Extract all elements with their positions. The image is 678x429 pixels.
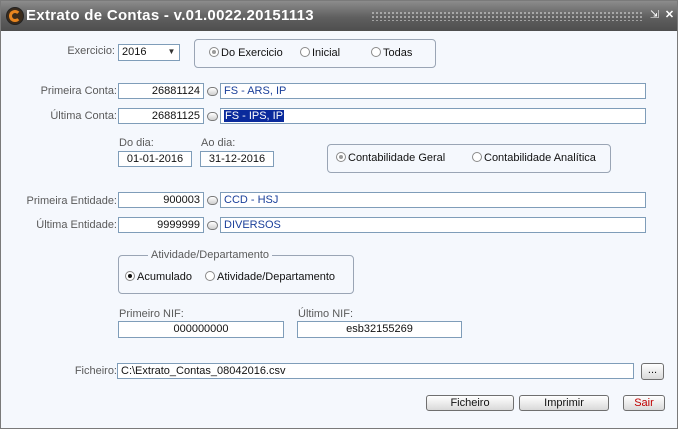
- radio-atividade-departamento-dot: [205, 271, 215, 281]
- primeira-entidade-label: Primeira Entidade:: [26, 195, 118, 207]
- radio-acumulado-dot: [125, 271, 135, 281]
- sair-button[interactable]: Sair: [623, 395, 665, 411]
- ficheiro-button[interactable]: Ficheiro: [426, 395, 514, 411]
- radio-do-exercicio[interactable]: Do Exercicio: [209, 47, 283, 59]
- radio-todas-label: Todas: [383, 47, 413, 59]
- lookup-icon[interactable]: [207, 221, 218, 230]
- radio-do-exercicio-label: Do Exercicio: [221, 47, 283, 59]
- atividade-legend: Atividade/Departamento: [148, 249, 273, 261]
- radio-contabilidade-analitica-dot: [472, 152, 482, 162]
- radio-contabilidade-analitica-label: Contabilidade Analítica: [484, 152, 596, 164]
- primeira-conta-name-field[interactable]: FS - ARS, IP: [220, 83, 646, 99]
- primeira-entidade-code-input[interactable]: 900003: [118, 192, 204, 208]
- primeira-entidade-name-field[interactable]: CCD - HSJ: [220, 192, 646, 208]
- ultima-entidade-name-field[interactable]: DIVERSOS: [220, 217, 646, 233]
- title-bar[interactable]: Extrato de Contas - v.01.0022.20151113 ⇲…: [1, 1, 677, 31]
- imprimir-button[interactable]: Imprimir: [519, 395, 609, 411]
- radio-inicial-dot: [300, 47, 310, 57]
- radio-todas-dot: [371, 47, 381, 57]
- ultima-conta-label: Última Conta:: [50, 110, 117, 122]
- ao-dia-input[interactable]: 31-12-2016: [200, 151, 274, 167]
- primeiro-nif-label: Primeiro NIF:: [119, 308, 184, 320]
- ultima-entidade-code-input[interactable]: 9999999: [118, 217, 204, 233]
- minimize-icon[interactable]: ⇲: [648, 9, 661, 22]
- lookup-icon[interactable]: [207, 112, 218, 121]
- window-title: Extrato de Contas - v.01.0022.20151113: [26, 7, 314, 24]
- radio-acumulado[interactable]: Acumulado: [125, 271, 192, 283]
- app-logo-icon: [6, 7, 24, 25]
- lookup-icon[interactable]: [207, 196, 218, 205]
- exercicio-label: Exercicio:: [67, 45, 115, 57]
- radio-atividade-departamento-label: Atividade/Departamento: [217, 271, 336, 283]
- browse-file-button[interactable]: ...: [641, 363, 664, 380]
- exercicio-select[interactable]: 2016 ▼: [118, 44, 180, 61]
- ultima-entidade-label: Última Entidade:: [36, 219, 117, 231]
- ficheiro-label: Ficheiro:: [74, 365, 117, 377]
- radio-acumulado-label: Acumulado: [137, 271, 193, 283]
- radio-inicial-label: Inicial: [312, 47, 341, 59]
- extrato-window: Extrato de Contas - v.01.0022.20151113 ⇲…: [0, 0, 678, 429]
- title-bar-grip: [371, 11, 643, 21]
- ultima-conta-name-selected-text: FS - IPS, IP: [224, 110, 285, 122]
- radio-inicial[interactable]: Inicial: [300, 47, 340, 59]
- scope-radio-group: Do Exercicio Inicial Todas: [194, 39, 436, 68]
- primeira-conta-label: Primeira Conta:: [40, 85, 117, 97]
- do-dia-label: Do dia:: [119, 137, 154, 149]
- primeira-conta-code-input[interactable]: 26881124: [118, 83, 204, 99]
- ultima-conta-name-field[interactable]: FS - IPS, IP: [220, 108, 646, 124]
- contabilidade-radio-group: Contabilidade Geral Contabilidade Analít…: [327, 144, 611, 173]
- chevron-down-icon: ▼: [167, 47, 176, 56]
- ultimo-nif-label: Último NIF:: [298, 308, 353, 320]
- lookup-icon[interactable]: [207, 87, 218, 96]
- exercicio-value: 2016: [122, 46, 147, 58]
- ao-dia-label: Ao dia:: [201, 137, 236, 149]
- radio-contabilidade-geral[interactable]: Contabilidade Geral: [336, 152, 445, 164]
- do-dia-input[interactable]: 01-01-2016: [118, 151, 192, 167]
- ultimo-nif-input[interactable]: esb32155269: [297, 321, 462, 338]
- atividade-radio-group: Atividade/Departamento Acumulado Ativida…: [118, 249, 354, 294]
- radio-atividade-departamento[interactable]: Atividade/Departamento: [205, 271, 335, 283]
- ficheiro-path-input[interactable]: C:\Extrato_Contas_08042016.csv: [117, 363, 634, 379]
- close-icon[interactable]: ✕: [663, 9, 676, 22]
- radio-todas[interactable]: Todas: [371, 47, 412, 59]
- radio-do-exercicio-dot: [209, 47, 219, 57]
- radio-contabilidade-geral-dot: [336, 152, 346, 162]
- radio-contabilidade-analitica[interactable]: Contabilidade Analítica: [472, 152, 596, 164]
- ultima-conta-code-input[interactable]: 26881125: [118, 108, 204, 124]
- radio-contabilidade-geral-label: Contabilidade Geral: [348, 152, 446, 164]
- primeiro-nif-input[interactable]: 000000000: [118, 321, 284, 338]
